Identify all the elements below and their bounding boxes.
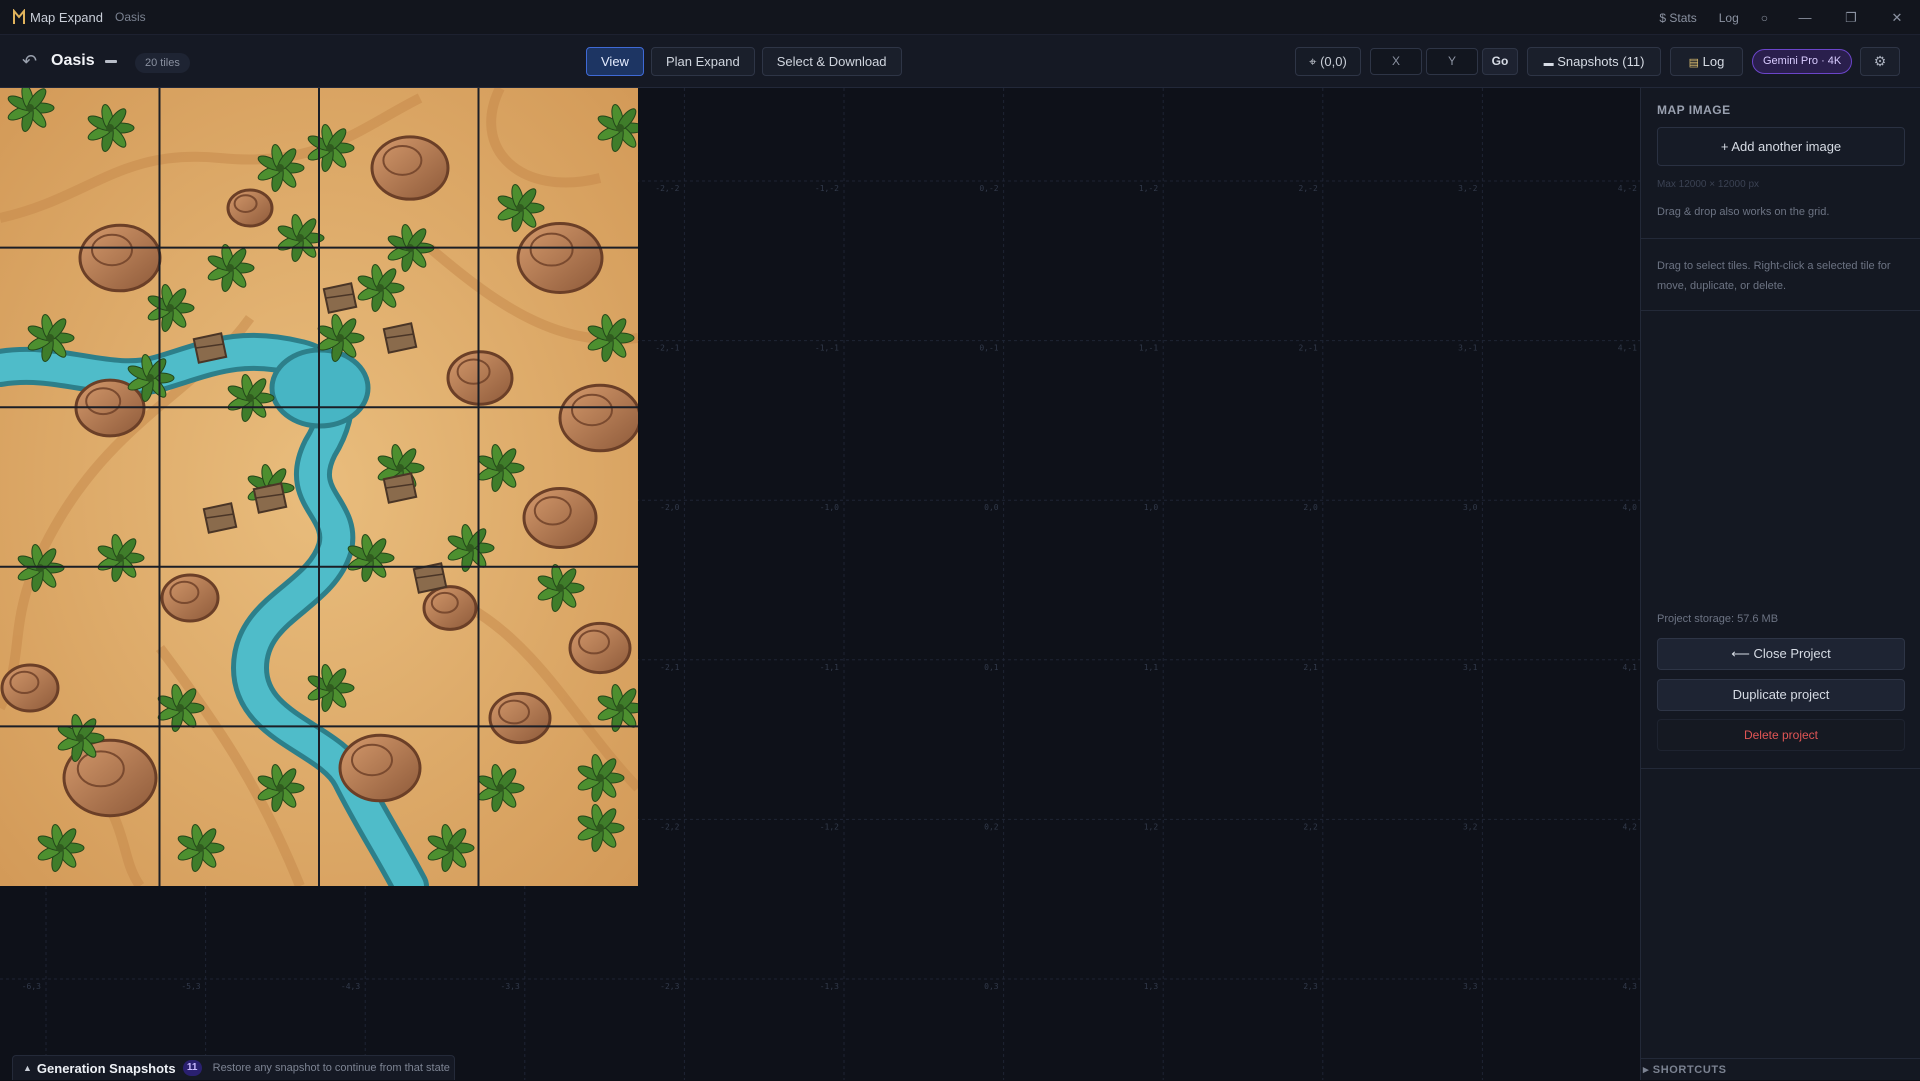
grid-cell-coordinate: -1,-1 xyxy=(815,344,839,353)
stats-link[interactable]: $ Stats xyxy=(1659,11,1696,25)
grid-cell-coordinate: 2,-1 xyxy=(1299,344,1318,353)
y-coordinate-input[interactable]: Y xyxy=(1426,48,1478,75)
close-window-button[interactable]: ✕ xyxy=(1874,0,1920,35)
gear-icon[interactable]: ⚙ xyxy=(1860,47,1900,76)
project-storage: Project storage: 57.6 MB xyxy=(1657,613,1779,625)
grid-cell-coordinate: 3,0 xyxy=(1463,503,1478,512)
drag-drop-hint: Drag & drop also works on the grid. xyxy=(1657,206,1830,218)
mode-plan-expand-button[interactable]: Plan Expand xyxy=(650,47,755,76)
divider xyxy=(1641,238,1920,239)
grid-cell-coordinate: 0,0 xyxy=(984,503,999,512)
side-panel: MAP IMAGE + Add another image Max 12000 … xyxy=(1640,88,1920,1080)
max-size-hint: Max 12000 × 12000 px xyxy=(1657,179,1760,190)
mode-select-download-button[interactable]: Select & Download xyxy=(761,47,902,76)
circle-icon[interactable]: ○ xyxy=(1761,11,1768,25)
grid-cell-coordinate: 0,-1 xyxy=(979,344,998,353)
divider xyxy=(1641,768,1920,769)
grid-cell-coordinate: 2,1 xyxy=(1303,663,1318,672)
generation-snapshots-bar[interactable]: ▲ Generation Snapshots 11 Restore any sn… xyxy=(12,1055,455,1080)
grid-cell-coordinate: 2,3 xyxy=(1303,982,1318,991)
map-canvas[interactable]: -6,-2-5,-2-4,-2-3,-2-2,-2-1,-20,-21,-22,… xyxy=(0,88,1640,1080)
caret-up-icon: ▲ xyxy=(23,1063,32,1073)
log-link[interactable]: Log xyxy=(1719,11,1739,25)
toolbar: ↶ Oasis 20 tiles View Plan Expand Select &… xyxy=(0,35,1920,88)
grid-cell-coordinate: 3,-2 xyxy=(1458,184,1477,193)
grid-cell-coordinate: 0,3 xyxy=(984,982,999,991)
grid-cell-coordinate: 1,1 xyxy=(1144,663,1159,672)
grid-cell-coordinate: -2,-1 xyxy=(655,344,679,353)
app-logo-icon xyxy=(13,9,25,24)
shortcuts-toggle[interactable]: ▸ SHORTCUTS xyxy=(1641,1058,1920,1080)
add-image-button[interactable]: + Add another image xyxy=(1657,127,1905,166)
grid-cell-coordinate: 2,-2 xyxy=(1299,184,1318,193)
grid-cell-coordinate: 0,2 xyxy=(984,822,999,831)
log-label: Log xyxy=(1702,54,1725,69)
grid-cell-coordinate: -2,1 xyxy=(660,663,679,672)
divider xyxy=(1641,310,1920,311)
grid-cell-coordinate: -2,2 xyxy=(660,822,679,831)
project-title: Oasis xyxy=(51,52,95,69)
grid-cell-coordinate: 1,-2 xyxy=(1139,184,1158,193)
grid-cell-coordinate: 2,2 xyxy=(1303,822,1318,831)
undo-arrow-icon[interactable]: ↶ xyxy=(22,51,42,71)
grid-cell-coordinate: -1,3 xyxy=(820,982,839,991)
grid-cell-coordinate: -3,3 xyxy=(501,982,520,991)
grid-cell-coordinate: -2,3 xyxy=(660,982,679,991)
grid-cell-coordinate: 4,3 xyxy=(1623,982,1638,991)
titlebar-project-name: Oasis xyxy=(115,10,146,24)
minimize-button[interactable]: — xyxy=(1782,0,1828,35)
grid-cell-coordinate: 3,3 xyxy=(1463,982,1478,991)
delete-project-button[interactable]: Delete project xyxy=(1657,719,1905,751)
title-bar: Map Expand Oasis $ Stats Log ○ — ❐ ✕ xyxy=(0,0,1920,35)
grid-cell-coordinate: 3,-1 xyxy=(1458,344,1477,353)
select-tiles-hint: Drag to select tiles. Right-click a sele… xyxy=(1657,260,1891,292)
grid-cell-coordinate: -2,0 xyxy=(660,503,679,512)
grid-cell-coordinate: 1,2 xyxy=(1144,822,1159,831)
grid-cell-coordinate: 4,-1 xyxy=(1618,344,1637,353)
snapshots-title: Generation Snapshots xyxy=(36,1060,176,1076)
clipboard-icon: ▤ xyxy=(1688,57,1700,69)
snapshots-count-badge: 11 xyxy=(182,1060,202,1076)
grid-cell-coordinate: 1,3 xyxy=(1144,982,1159,991)
grid-cell-coordinate: 4,1 xyxy=(1623,663,1638,672)
grid-cell-coordinate: 4,-2 xyxy=(1618,184,1637,193)
grid-cell-coordinate: 1,-1 xyxy=(1139,344,1158,353)
log-button[interactable]: ▤ Log xyxy=(1670,47,1743,76)
grid-cell-coordinate: 3,2 xyxy=(1463,822,1478,831)
oasis-map-image[interactable] xyxy=(0,88,638,886)
tiles-count-badge: 20 tiles xyxy=(135,53,190,73)
origin-coordinate-button[interactable]: ⌖ (0,0) xyxy=(1295,47,1361,76)
grid-cell-coordinate: -1,-2 xyxy=(815,184,839,193)
go-button[interactable]: Go xyxy=(1482,48,1518,75)
grid-cell-coordinate: -6,3 xyxy=(22,982,41,991)
grid-cell-coordinate: 4,2 xyxy=(1623,822,1638,831)
rename-dash-icon[interactable] xyxy=(105,60,117,63)
mode-switcher: View Plan Expand Select & Download xyxy=(586,47,909,76)
grid-cell-coordinate: -4,3 xyxy=(341,982,360,991)
grid-cell-coordinate: 0,1 xyxy=(984,663,999,672)
snapshots-button[interactable]: ▬ Snapshots (11) xyxy=(1527,47,1661,76)
app-name: Map Expand xyxy=(30,9,103,25)
grid-cell-coordinate: 4,0 xyxy=(1623,503,1638,512)
mode-view-button[interactable]: View xyxy=(586,47,644,76)
maximize-button[interactable]: ❐ xyxy=(1828,0,1874,35)
camera-icon: ▬ xyxy=(1543,58,1554,69)
duplicate-project-button[interactable]: Duplicate project xyxy=(1657,679,1905,711)
model-badge[interactable]: Gemini Pro · 4K xyxy=(1752,49,1853,74)
grid-cell-coordinate: 0,-2 xyxy=(979,184,998,193)
x-coordinate-input[interactable]: X xyxy=(1370,48,1422,75)
grid-cell-coordinate: 2,0 xyxy=(1303,503,1318,512)
close-project-button[interactable]: ⟵ Close Project xyxy=(1657,638,1905,670)
grid-cell-coordinate: 1,0 xyxy=(1144,503,1159,512)
grid-cell-coordinate: -2,-2 xyxy=(655,184,679,193)
map-image-heading: MAP IMAGE xyxy=(1657,103,1731,117)
snapshots-description: Restore any snapshot to continue from th… xyxy=(212,1062,450,1074)
grid-cell-coordinate: -1,1 xyxy=(820,663,839,672)
grid-cell-coordinate: -1,0 xyxy=(820,503,839,512)
grid-cell-coordinate: -5,3 xyxy=(181,982,200,991)
grid-cell-coordinate: 3,1 xyxy=(1463,663,1478,672)
snapshots-label: Snapshots (11) xyxy=(1557,54,1645,69)
grid-cell-coordinate: -1,2 xyxy=(820,822,839,831)
